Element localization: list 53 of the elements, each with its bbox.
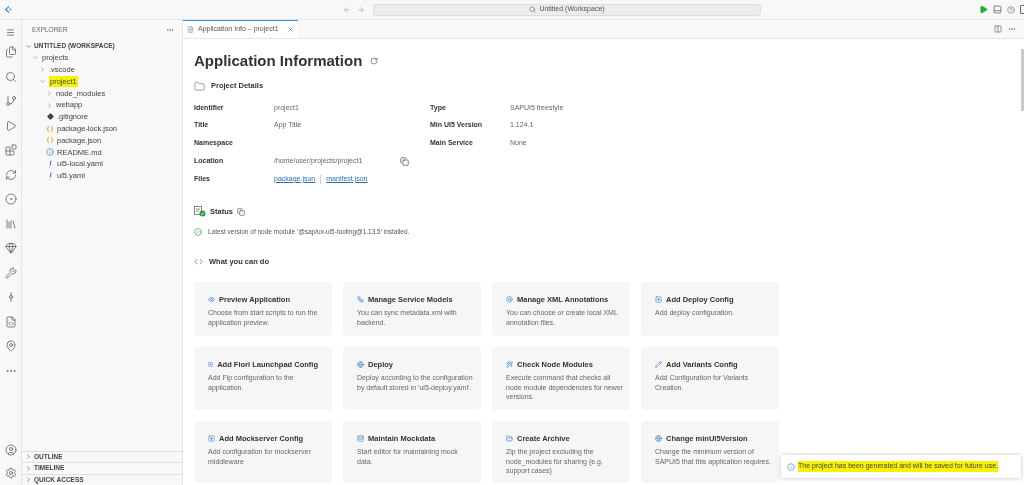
activity-icon[interactable] bbox=[4, 242, 17, 254]
logo-icon bbox=[4, 5, 13, 14]
split-editor-icon[interactable] bbox=[994, 25, 1002, 33]
activity-icon[interactable] bbox=[4, 119, 17, 132]
activity-icon[interactable] bbox=[4, 266, 17, 279]
action-icon bbox=[357, 435, 364, 443]
activity-icon[interactable] bbox=[4, 144, 17, 156]
action-icon bbox=[357, 361, 364, 369]
action-icon bbox=[655, 361, 662, 369]
action-icon bbox=[506, 435, 513, 443]
action-icon bbox=[506, 296, 513, 304]
copy-icon[interactable] bbox=[236, 208, 245, 216]
help-icon[interactable] bbox=[1007, 5, 1015, 14]
activity-icon[interactable] bbox=[4, 46, 17, 58]
action-icon bbox=[655, 296, 662, 304]
more-icon[interactable] bbox=[1008, 25, 1016, 33]
folder-icon bbox=[194, 80, 205, 92]
activity-icon[interactable] bbox=[4, 217, 17, 230]
exclamation-icon bbox=[47, 171, 53, 180]
activity-icon[interactable] bbox=[4, 70, 17, 83]
action-icon bbox=[357, 296, 364, 304]
refresh-icon[interactable] bbox=[370, 57, 379, 65]
run-icon[interactable] bbox=[979, 5, 988, 14]
code-icon bbox=[194, 257, 203, 267]
action-icon bbox=[208, 435, 215, 443]
action-icon bbox=[655, 435, 662, 443]
braces-icon bbox=[46, 136, 54, 145]
braces-icon bbox=[46, 124, 54, 133]
diamond-icon bbox=[46, 113, 54, 121]
activity-icon[interactable] bbox=[4, 168, 17, 181]
info-icon bbox=[787, 462, 795, 471]
account-icon[interactable] bbox=[4, 444, 17, 456]
settings-icon[interactable] bbox=[4, 467, 17, 479]
activity-icon[interactable] bbox=[4, 95, 17, 107]
menu-icon[interactable] bbox=[6, 28, 15, 37]
action-icon bbox=[208, 361, 214, 369]
status-icon bbox=[194, 206, 206, 218]
scrollbar bbox=[1021, 49, 1024, 111]
action-icon bbox=[506, 361, 513, 369]
info-icon bbox=[46, 148, 54, 157]
activity-icon[interactable] bbox=[4, 340, 17, 352]
more-icon[interactable] bbox=[166, 26, 174, 34]
search-icon bbox=[529, 6, 537, 13]
file-icon bbox=[187, 26, 194, 33]
activity-icon[interactable] bbox=[4, 193, 17, 205]
close-icon[interactable] bbox=[286, 26, 294, 33]
panel-icon[interactable] bbox=[993, 5, 1002, 14]
exclamation-icon bbox=[47, 160, 53, 169]
copy-icon[interactable] bbox=[400, 156, 410, 166]
activity-icon[interactable] bbox=[4, 315, 17, 328]
page-title: Application Information bbox=[194, 50, 363, 71]
check-circle-icon bbox=[194, 228, 202, 236]
action-icon bbox=[208, 296, 215, 304]
